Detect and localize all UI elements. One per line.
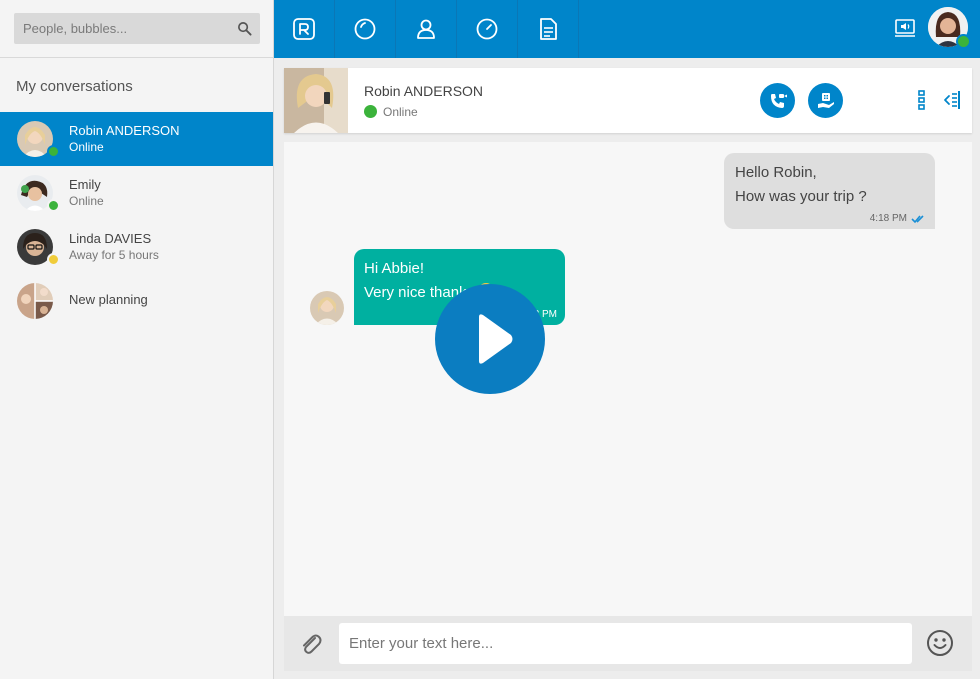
nav-recent-button[interactable] [335,0,396,58]
presence-online-icon [364,105,377,118]
message-input[interactable] [339,623,912,664]
collapse-panel-icon[interactable] [942,89,964,111]
conversation-status: Online [69,140,104,154]
contacts-icon [417,19,435,39]
group-avatar [17,283,53,319]
search-box[interactable] [14,13,260,44]
presence-online-icon [47,145,60,158]
conversation-status: Online [69,194,104,208]
nav-documents-button[interactable] [518,0,579,58]
presence-away-icon [47,253,60,266]
video-play-button[interactable] [435,284,545,394]
conversation-item-emily[interactable]: Emily Online [0,166,273,220]
conversation-name: Emily [69,177,101,192]
clock-icon [476,18,498,40]
conversation-item-robin[interactable]: Robin ANDERSON Online [0,112,273,166]
search-area [0,0,273,58]
emoji-picker-icon[interactable] [926,629,954,657]
conversation-name: New planning [69,292,148,307]
speaker-screen-icon[interactable] [894,17,916,39]
message-composer [284,616,972,671]
paperclip-icon[interactable] [298,631,324,657]
message-line: Hello Robin, [735,164,817,181]
section-title: My conversations [16,78,133,95]
top-navigation-bar [274,0,980,58]
sender-avatar [310,291,344,325]
outgoing-message: Hello Robin, How was your trip ? 4:18 PM [724,153,935,229]
phone-video-icon [770,93,787,108]
rainbow-logo-icon [293,18,315,40]
search-input[interactable] [14,13,224,44]
sidebar: My conversations Robin ANDERSON Online [0,0,274,679]
search-icon[interactable] [237,21,252,36]
conversation-status: Away for 5 hours [69,248,159,262]
conversation-item-new-planning[interactable]: New planning [0,274,273,328]
recent-icon [354,18,376,40]
message-list[interactable]: Hello Robin, How was your trip ? 4:18 PM… [284,142,972,616]
conversation-item-linda[interactable]: Linda DAVIES Away for 5 hours [0,220,273,274]
audio-video-call-button[interactable] [760,83,795,118]
nav-rainbow-button[interactable] [274,0,335,58]
conversation-name: Robin ANDERSON [69,123,180,138]
document-icon [540,18,557,40]
conversation-name: Linda DAVIES [69,231,152,246]
message-line: How was your trip ? [735,188,867,205]
more-vertical-icon[interactable] [911,89,933,111]
contact-status: Online [383,105,418,119]
conversation-header: Robin ANDERSON Online [284,68,972,133]
nav-contacts-button[interactable] [396,0,457,58]
message-time: 4:18 PM [869,213,907,224]
read-check-icon [911,214,924,223]
nav-clock-button[interactable] [457,0,518,58]
my-presence-online-icon [956,34,971,49]
contact-name: Robin ANDERSON [364,83,484,99]
conference-button[interactable] [808,83,843,118]
play-icon [479,314,513,364]
contact-photo [284,68,348,133]
presence-online-icon [47,199,60,212]
message-line: Hi Abbie! [364,260,425,277]
conference-icon [817,92,834,108]
